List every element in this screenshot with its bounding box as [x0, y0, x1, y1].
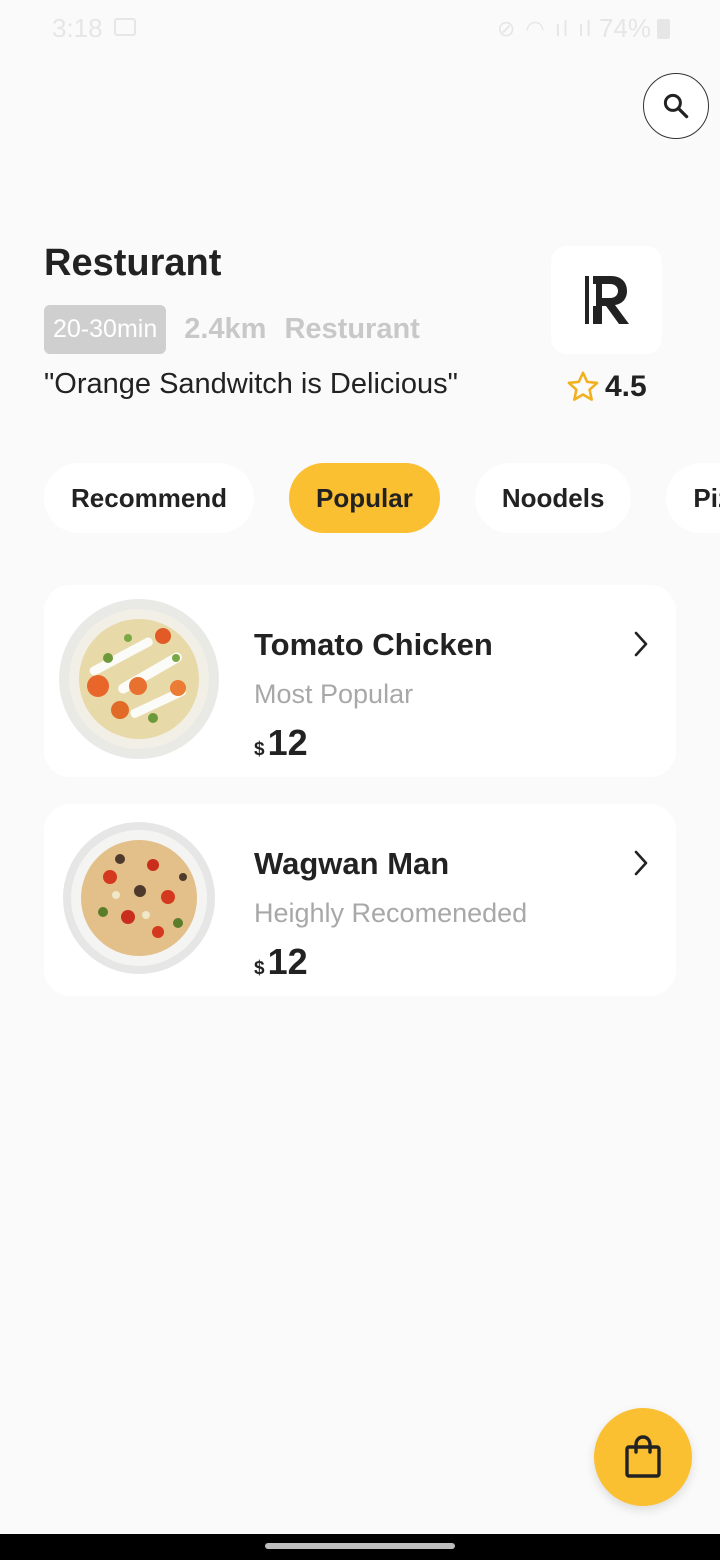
chevron-right-icon[interactable]: [628, 848, 654, 878]
restaurant-logo: [551, 246, 662, 354]
gallery-icon: [114, 18, 136, 36]
menu-item-subtitle: Most Popular: [254, 679, 414, 709]
menu-item-price: $ 12: [254, 941, 308, 983]
chevron-right-icon[interactable]: [628, 629, 654, 659]
menu-item-card[interactable]: Wagwan Man Heighly Recomeneded $ 12: [44, 804, 676, 996]
rating-value: 4.5: [605, 370, 647, 403]
shopping-bag-icon: [625, 1435, 661, 1478]
status-time: 3:18: [52, 13, 103, 43]
signal-icon: ⊘ ◠ ıl ıl: [496, 15, 593, 41]
chip-pizza[interactable]: Pizza: [666, 463, 720, 533]
chip-noodels[interactable]: Noodels: [474, 463, 632, 533]
price-currency: $: [254, 958, 265, 979]
search-icon: [663, 93, 689, 119]
menu-item-card[interactable]: Tomato Chicken Most Popular $ 12: [44, 585, 676, 777]
wagwan-man-image: [63, 822, 215, 974]
chip-popular[interactable]: Popular: [289, 463, 440, 533]
menu-item-name: Wagwan Man: [254, 846, 450, 881]
battery-percent: 74%: [598, 13, 651, 43]
restaurant-meta: 20-30min 2.4km Resturant: [44, 305, 420, 354]
star-outline-icon: [567, 371, 599, 401]
menu-item-name: Tomato Chicken: [254, 627, 493, 662]
logo-r-icon: [584, 276, 629, 324]
chip-recommend[interactable]: Recommend: [44, 463, 255, 533]
price-currency: $: [254, 739, 265, 760]
tomato-chicken-image: [59, 599, 219, 759]
menu-item-subtitle: Heighly Recomeneded: [254, 898, 528, 928]
home-handle[interactable]: [265, 1543, 455, 1549]
restaurant-screen: 3:18 ⊘ ◠ ıl ıl 74% Resturant 20-30min 2.…: [0, 0, 720, 1560]
search-button[interactable]: [643, 73, 709, 139]
restaurant-rating: 4.5: [565, 369, 647, 405]
restaurant-title: Resturant: [44, 242, 222, 284]
category-chips: Recommend Popular Noodels Pizza: [44, 463, 720, 533]
system-nav-bar: [0, 1534, 720, 1560]
delivery-time-badge: 20-30min: [44, 305, 167, 354]
menu-item-price: $ 12: [254, 722, 308, 764]
status-icons: ⊘ ◠ ıl ıl 74%: [497, 13, 670, 44]
price-amount: 12: [267, 941, 308, 982]
restaurant-tagline: "Orange Sandwitch is Delicious": [44, 368, 458, 400]
battery-icon: [657, 18, 670, 39]
status-bar: 3:18 ⊘ ◠ ıl ıl 74%: [0, 0, 720, 56]
price-amount: 12: [267, 722, 308, 763]
distance-text: 2.4km: [184, 313, 267, 345]
category-text: Resturant: [284, 313, 420, 345]
cart-button[interactable]: [594, 1408, 692, 1506]
